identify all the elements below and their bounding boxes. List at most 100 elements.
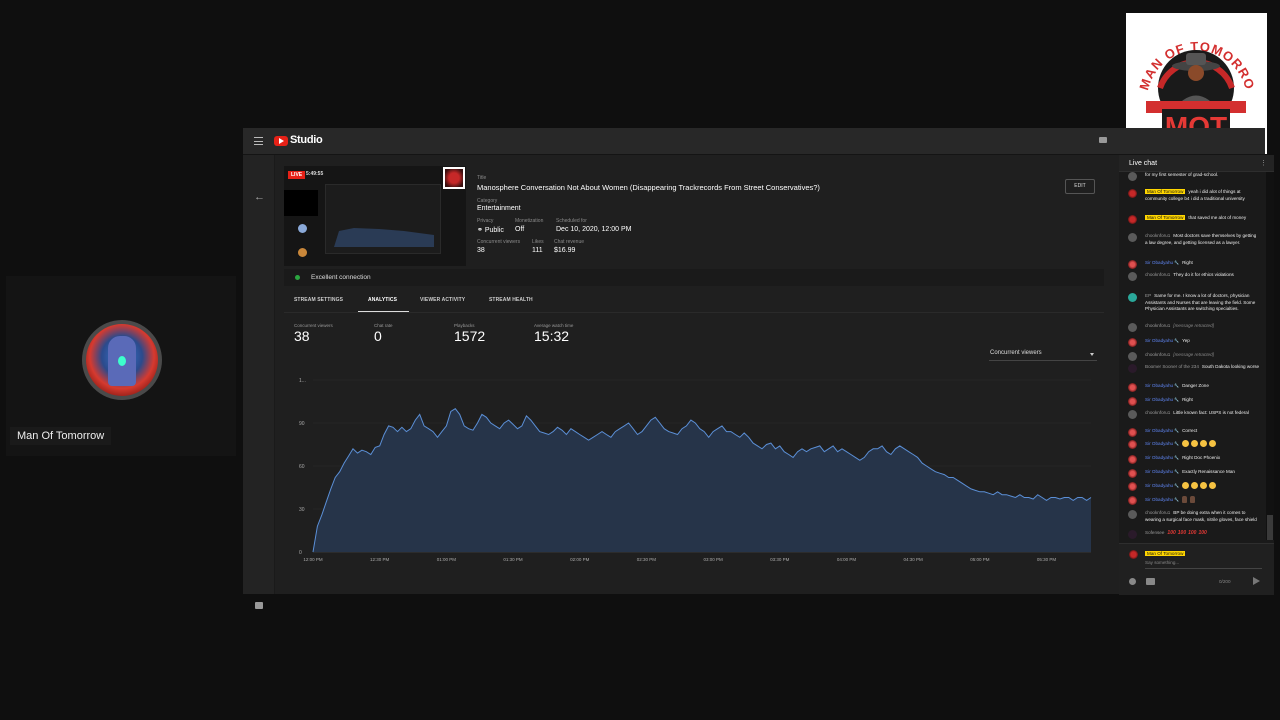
chat-text: [message retracted] (1173, 323, 1214, 328)
chat-message[interactable]: Sir Obadyahu🔧 (1119, 482, 1266, 491)
chat-message[interactable]: chooknforu1 [message retracted] (1119, 352, 1266, 361)
chat-avatar[interactable] (1128, 172, 1137, 181)
chat-message[interactable]: Sir Obadyahu🔧 Right Doc Phoenix (1119, 455, 1266, 464)
chart-x-tick-label: 02:00 PM (570, 557, 590, 562)
chat-author[interactable]: Sir Obadyahu (1145, 260, 1173, 265)
send-icon[interactable] (1253, 577, 1260, 585)
chat-avatar[interactable] (1128, 323, 1137, 332)
tab-viewer-activity[interactable]: VIEWER ACTIVITY (420, 297, 465, 303)
chat-text: Right (1182, 260, 1193, 265)
chat-avatar[interactable] (1128, 383, 1137, 392)
chat-avatar[interactable] (1128, 293, 1137, 302)
chat-author[interactable]: Sir Obadyahu (1145, 383, 1173, 388)
chat-avatar[interactable] (1128, 510, 1137, 519)
chat-message[interactable]: for my first semester of grad-school. (1119, 172, 1266, 181)
chat-author[interactable]: Sir Obadyahu (1145, 338, 1173, 343)
chat-message[interactable]: EP Same for me. I know a lot of doctors, … (1119, 293, 1266, 313)
chat-message[interactable]: Sir Obadyahu🔧 Right (1119, 397, 1266, 406)
chat-author[interactable]: Boomer Sooner of the 234 (1145, 364, 1199, 369)
chat-message[interactable]: Sir Obadyahu🔧 Danger Zone (1119, 383, 1266, 392)
edit-button[interactable]: EDIT (1065, 179, 1095, 194)
chat-revenue-label: Chat revenue (554, 239, 585, 245)
chat-message[interactable]: Sofensee 100 100 100 100 (1119, 530, 1266, 539)
chat-avatar[interactable] (1128, 469, 1137, 478)
hamburger-menu-icon[interactable] (254, 137, 263, 145)
chat-author[interactable]: Sir Obadyahu (1145, 441, 1173, 446)
chat-message[interactable]: Sir Obadyahu🔧 (1119, 496, 1266, 505)
metric-value: 38 (294, 328, 310, 344)
more-options-icon[interactable]: ⋮ (1260, 159, 1267, 167)
chat-message[interactable]: Sir Obadyahu🔧 Yep (1119, 338, 1266, 347)
chat-author[interactable]: EP (1145, 293, 1151, 298)
chat-text: Right Doc Phoenix (1182, 455, 1221, 460)
chat-author[interactable]: chooknforu1 (1145, 323, 1170, 328)
chart-x-ticks: 12:00 PM 12:30 PM 01:00 PM 01:30 PM 02:00 PM… (303, 557, 1056, 562)
create-video-icon[interactable] (1099, 137, 1107, 143)
chat-author[interactable]: Sir Obadyahu (1145, 483, 1173, 488)
chat-avatar[interactable] (1128, 428, 1137, 437)
chat-message-list: for my first semester of grad-school. Man… (1119, 172, 1266, 540)
chat-message[interactable]: chooknforu1 [message retracted] (1119, 323, 1266, 332)
category-value: Entertainment (477, 205, 521, 212)
tab-analytics[interactable]: ANALYTICS (368, 297, 397, 303)
rofl-emoji-icon (1182, 482, 1190, 489)
chat-avatar[interactable] (1128, 530, 1137, 539)
chat-message[interactable]: Boomer Sooner of the 234 South Dakota loo… (1119, 364, 1266, 373)
chat-author[interactable]: chooknforu1 (1145, 510, 1170, 515)
chat-author[interactable]: Man Of Tomorrow (1145, 215, 1186, 220)
chat-message[interactable]: Man Of Tomorrow that saved me alot of mon… (1119, 215, 1266, 224)
chat-avatar[interactable] (1128, 410, 1137, 419)
tab-stream-settings[interactable]: STREAM SETTINGS (294, 297, 343, 303)
chat-author[interactable]: Sofensee (1145, 530, 1164, 535)
chat-message-input[interactable]: Say something... (1145, 560, 1262, 569)
chat-author[interactable]: Sir Obadyahu (1145, 455, 1173, 460)
chat-scrollbar[interactable] (1266, 172, 1274, 540)
chat-message[interactable]: Sir Obadyahu🔧 Exactly Renaissance Man (1119, 469, 1266, 478)
scheduled-value: Dec 10, 2020, 12:00 PM (556, 226, 632, 233)
chat-message[interactable]: Sir Obadyahu🔧 Right (1119, 260, 1266, 269)
chat-avatar[interactable] (1128, 482, 1137, 491)
chat-author[interactable]: chooknforu1 (1145, 410, 1170, 415)
chat-avatar[interactable] (1128, 496, 1137, 505)
chat-avatar[interactable] (1128, 215, 1137, 224)
chat-avatar[interactable] (1128, 338, 1137, 347)
back-arrow-icon[interactable]: ← (254, 191, 265, 203)
chat-message[interactable]: Sir Obadyahu🔧 Correct (1119, 428, 1266, 437)
chat-author[interactable]: chooknforu1 (1145, 352, 1170, 357)
tab-stream-health[interactable]: STREAM HEALTH (489, 297, 533, 303)
chat-avatar[interactable] (1128, 233, 1137, 242)
emoji-icon[interactable] (1129, 578, 1136, 585)
chat-author[interactable]: Sir Obadyahu (1145, 497, 1173, 502)
chat-avatar[interactable] (1128, 455, 1137, 464)
chat-avatar[interactable] (1128, 397, 1137, 406)
chat-author[interactable]: Sir Obadyahu (1145, 397, 1173, 402)
rofl-emoji-icon (1182, 440, 1190, 447)
dropdown-caret-icon (1090, 353, 1094, 356)
chat-avatar[interactable] (1128, 364, 1137, 373)
chart-x-tick-label: 04:30 PM (904, 557, 924, 562)
chat-author[interactable]: chooknforu1 (1145, 233, 1170, 238)
chat-author[interactable]: chooknforu1 (1145, 272, 1170, 277)
chat-author[interactable]: Sir Obadyahu (1145, 428, 1173, 433)
chat-avatar[interactable] (1128, 440, 1137, 449)
chat-message[interactable]: chooknforu1 They do it for ethics violati… (1119, 272, 1266, 281)
chat-avatar[interactable] (1128, 272, 1137, 281)
moderator-wrench-icon: 🔧 (1174, 338, 1180, 343)
chat-message[interactable]: Man Of Tomorrow yeah i did alot of things… (1119, 189, 1266, 202)
youtube-logo-icon[interactable] (274, 136, 288, 146)
chat-author[interactable]: Sir Obadyahu (1145, 469, 1173, 474)
moderator-wrench-icon: 🔧 (1174, 397, 1180, 402)
chat-avatar[interactable] (1128, 352, 1137, 361)
chat-title: Live chat (1129, 160, 1158, 167)
chat-message[interactable]: chooknforu1 Most doctors save themselves … (1119, 233, 1266, 246)
chat-message[interactable]: chooknforu1 BP be doing extra when it com… (1119, 510, 1266, 523)
chat-message[interactable]: chooknforu1 Little known fact: USPS is no… (1119, 410, 1266, 419)
chat-avatar[interactable] (1128, 189, 1137, 198)
moderator-wrench-icon: 🔧 (1174, 440, 1180, 446)
feedback-icon[interactable] (255, 602, 263, 609)
chat-scrollbar-thumb[interactable] (1267, 515, 1273, 540)
chat-avatar[interactable] (1128, 260, 1137, 269)
super-chat-icon[interactable] (1146, 578, 1155, 585)
chat-author[interactable]: Man Of Tomorrow (1145, 189, 1186, 194)
chat-message[interactable]: Sir Obadyahu🔧 (1119, 440, 1266, 449)
